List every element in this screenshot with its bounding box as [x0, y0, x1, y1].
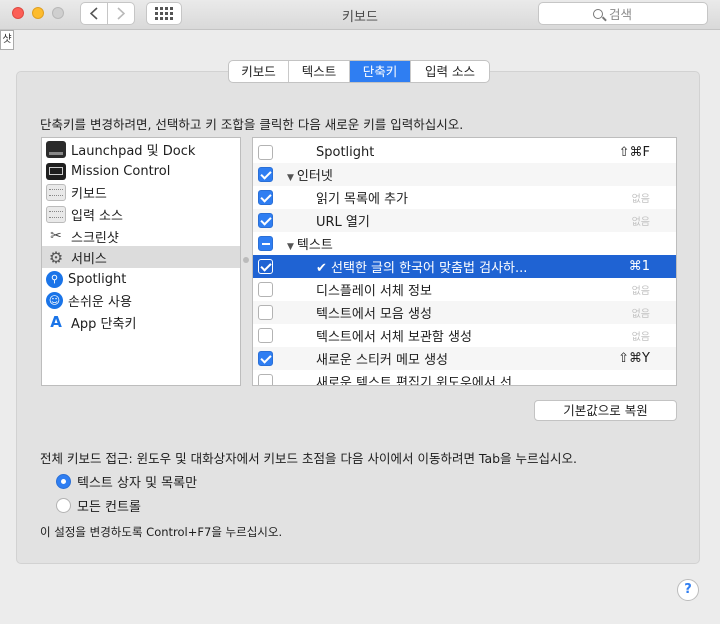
shortcut-label: URL 열기	[316, 215, 370, 230]
category-label: 서비스	[71, 251, 107, 267]
shortcut-row[interactable]: 새로운 스티커 메모 생성 ⇧⌘Y	[253, 347, 676, 370]
category-accessibility[interactable]: ☺ 손쉬운 사용	[42, 289, 240, 311]
shortcut-checkbox[interactable]	[258, 145, 273, 160]
shortcut-keys[interactable]: 없음	[632, 305, 650, 320]
split-view-handle[interactable]	[243, 257, 249, 263]
category-app-shortcuts[interactable]: A App 단축키	[42, 311, 240, 333]
tooltip-fragment: 샷	[0, 30, 14, 50]
shortcut-checkbox[interactable]	[258, 328, 273, 343]
shortcut-row[interactable]: 디스플레이 서체 정보 없음	[253, 278, 676, 301]
launchpad-icon	[46, 140, 66, 158]
category-label: Mission Control	[71, 163, 171, 179]
category-label: 키보드	[71, 186, 107, 202]
category-keyboard[interactable]: 키보드	[42, 181, 240, 203]
shortcut-row[interactable]: 새로운 텍스트 편집기 윈도우에서 선...	[253, 370, 676, 386]
keyboard-icon	[46, 183, 66, 201]
shortcut-keys[interactable]: ⇧⌘F	[619, 145, 650, 160]
shortcut-keys[interactable]: 없음	[632, 190, 650, 205]
group-label: 인터넷	[296, 169, 333, 184]
app-store-icon: A	[50, 313, 62, 331]
category-label: App 단축키	[71, 316, 137, 332]
shortcut-label: 디스플레이 서체 정보	[316, 284, 432, 299]
shortcut-checkbox[interactable]	[258, 259, 273, 274]
group-checkbox[interactable]	[258, 236, 273, 251]
title-bar: 키보드 검색	[0, 0, 720, 30]
shortcut-label: ✔ 선택한 글의 한국어 맞춤법 검사하...	[316, 261, 528, 276]
keyboard-icon	[46, 205, 66, 223]
category-label: Spotlight	[68, 271, 127, 287]
shortcut-group-row[interactable]: ▼ 인터넷	[253, 163, 676, 186]
shortcut-list: Spotlight ⇧⌘F ▼ 인터넷 읽기 목록에 추가 없음 URL 열기 없…	[252, 137, 677, 386]
instruction-text: 단축키를 변경하려면, 선택하고 키 조합을 클릭한 다음 새로운 키를 입력하…	[40, 117, 464, 132]
category-mission-control[interactable]: Mission Control	[42, 160, 240, 182]
shortcut-label: 텍스트에서 서체 보관함 생성	[316, 330, 472, 345]
tab-text[interactable]: 텍스트	[289, 61, 350, 82]
shortcut-row-selected[interactable]: ✔ 선택한 글의 한국어 맞춤법 검사하... ⌘1	[253, 255, 676, 278]
search-field[interactable]: 검색	[538, 2, 708, 25]
radio-button[interactable]	[56, 497, 71, 513]
shortcut-keys[interactable]: ⌘1	[629, 259, 650, 274]
screenshot-icon: ✂	[50, 228, 62, 244]
mission-control-icon	[46, 162, 66, 180]
shortcut-checkbox[interactable]	[258, 351, 273, 366]
shortcut-keys[interactable]: ⇧⌘Y	[618, 351, 650, 366]
radio-text-boxes-lists[interactable]: 텍스트 상자 및 목록만	[56, 472, 198, 491]
category-spotlight[interactable]: ⚲ Spotlight	[42, 268, 240, 290]
radio-label: 텍스트 상자 및 목록만	[77, 475, 198, 491]
shortcut-checkbox[interactable]	[258, 282, 273, 297]
shortcut-label: 새로운 스티커 메모 생성	[316, 353, 448, 368]
group-label: 텍스트	[296, 238, 333, 253]
shortcut-checkbox[interactable]	[258, 374, 273, 385]
shortcut-label: 새로운 텍스트 편집기 윈도우에서 선...	[316, 376, 525, 386]
category-label: 손쉬운 사용	[68, 294, 132, 310]
shortcut-checkbox[interactable]	[258, 213, 273, 228]
full-keyboard-access-label: 전체 키보드 접근: 윈도우 및 대화상자에서 키보드 초점을 다음 사이에서 …	[40, 451, 578, 466]
radio-label: 모든 컨트롤	[77, 499, 141, 515]
shortcut-checkbox[interactable]	[258, 190, 273, 205]
shortcut-row[interactable]: Spotlight ⇧⌘F	[253, 141, 676, 164]
control-f7-hint: 이 설정을 변경하도록 Control+F7을 누르십시오.	[40, 525, 283, 539]
restore-defaults-button[interactable]: 기본값으로 복원	[534, 400, 677, 421]
disclosure-triangle-icon[interactable]: ▼	[287, 173, 294, 183]
search-icon	[593, 8, 603, 19]
group-checkbox[interactable]	[258, 167, 273, 182]
disclosure-triangle-icon[interactable]: ▼	[287, 242, 294, 252]
shortcut-label: Spotlight	[316, 145, 375, 160]
radio-all-controls[interactable]: 모든 컨트롤	[56, 496, 141, 515]
help-button[interactable]: ?	[677, 579, 699, 601]
tab-bar: 키보드 텍스트 단축키 입력 소스	[228, 60, 490, 83]
tab-input-sources[interactable]: 입력 소스	[411, 61, 489, 82]
shortcut-group-row[interactable]: ▼ 텍스트	[253, 232, 676, 255]
spotlight-icon: ⚲	[46, 270, 63, 288]
category-screenshots[interactable]: ✂ 스크린샷	[42, 225, 240, 247]
shortcut-row[interactable]: 텍스트에서 모음 생성 없음	[253, 301, 676, 324]
tab-shortcuts[interactable]: 단축키	[350, 61, 411, 82]
tab-keyboard[interactable]: 키보드	[229, 61, 289, 82]
gear-icon: ⚙	[48, 247, 64, 267]
category-launchpad-dock[interactable]: Launchpad 및 Dock	[42, 138, 240, 160]
category-label: Launchpad 및 Dock	[71, 143, 196, 159]
shortcut-label: 읽기 목록에 추가	[316, 192, 408, 207]
shortcut-keys[interactable]: 없음	[632, 213, 650, 228]
category-input-sources[interactable]: 입력 소스	[42, 203, 240, 225]
shortcut-row[interactable]: URL 열기 없음	[253, 209, 676, 232]
accessibility-icon: ☺	[46, 291, 63, 309]
radio-button[interactable]	[56, 473, 71, 489]
shortcut-row[interactable]: 읽기 목록에 추가 없음	[253, 186, 676, 209]
shortcut-row[interactable]: 텍스트에서 서체 보관함 생성 없음	[253, 324, 676, 347]
category-services[interactable]: ⚙ 서비스	[42, 246, 240, 268]
search-placeholder: 검색	[609, 7, 633, 22]
shortcut-label: 텍스트에서 모음 생성	[316, 307, 432, 322]
category-list: Launchpad 및 Dock Mission Control 키보드 입력 …	[41, 137, 241, 386]
category-label: 스크린샷	[71, 230, 119, 246]
category-label: 입력 소스	[71, 208, 123, 224]
shortcut-checkbox[interactable]	[258, 305, 273, 320]
shortcut-keys[interactable]: 없음	[632, 328, 650, 343]
shortcut-keys[interactable]: 없음	[632, 282, 650, 297]
